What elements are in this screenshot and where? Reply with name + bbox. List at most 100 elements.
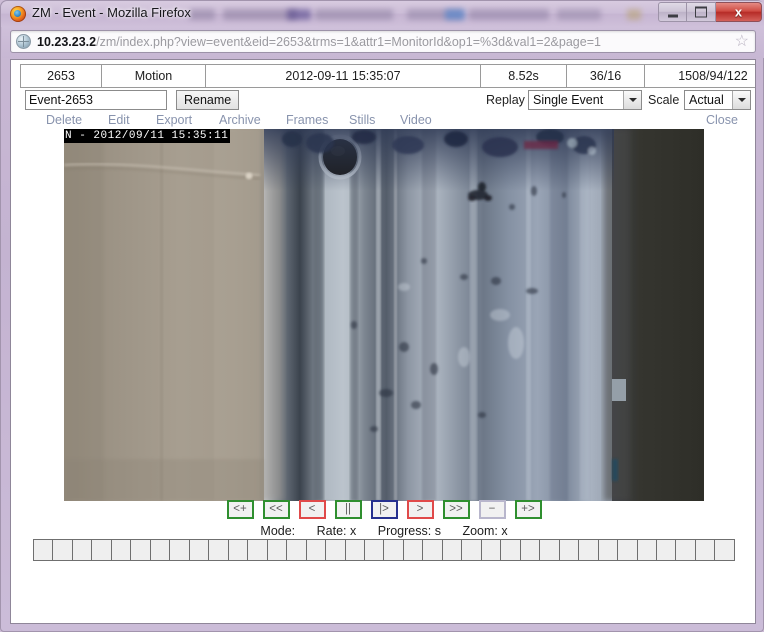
- event-controls-row: Rename Replay Single Event Scale Actual: [20, 90, 751, 112]
- timeline-segment[interactable]: [521, 540, 541, 560]
- url-bar[interactable]: 10.23.23.2/zm/index.php?view=event&eid=2…: [10, 30, 756, 53]
- timeline-segment[interactable]: [560, 540, 580, 560]
- globe-icon: [16, 34, 31, 49]
- event-stats-cell: 1508/94/122: [644, 64, 755, 88]
- timeline-segment[interactable]: [53, 540, 73, 560]
- menu-link-frames[interactable]: Frames: [286, 113, 328, 127]
- frame-timeline[interactable]: [33, 539, 735, 561]
- timeline-segment[interactable]: [326, 540, 346, 560]
- playback-button-rewind[interactable]: <<: [262, 500, 290, 519]
- timeline-segment[interactable]: [501, 540, 521, 560]
- event-video-frame[interactable]: N - 2012/09/11 15:35:11: [64, 129, 704, 501]
- timeline-segment[interactable]: [190, 540, 210, 560]
- playback-button-fast-rewind-step[interactable]: <+: [226, 500, 254, 519]
- timeline-segment[interactable]: [287, 540, 307, 560]
- timeline-segment[interactable]: [209, 540, 229, 560]
- browser-window: ZM - Event - Mozilla Firefox x 10.23.23.…: [0, 0, 764, 632]
- scale-select-value: Actual: [689, 93, 724, 107]
- timeline-segment[interactable]: [540, 540, 560, 560]
- chevron-down-icon: [623, 91, 641, 109]
- playback-controls: <+ << < || |> > >> − +>: [11, 500, 755, 519]
- timeline-segment[interactable]: [579, 540, 599, 560]
- close-icon: x: [734, 4, 743, 20]
- maximize-icon: [695, 6, 707, 18]
- timeline-segment[interactable]: [365, 540, 385, 560]
- playback-button-prev-frame[interactable]: <: [298, 500, 326, 519]
- timeline-segment[interactable]: [131, 540, 151, 560]
- timeline-segment[interactable]: [307, 540, 327, 560]
- replay-label: Replay: [486, 93, 525, 107]
- playback-button-fast-forward[interactable]: >>: [442, 500, 470, 519]
- timeline-segment[interactable]: [696, 540, 716, 560]
- desktop-ghost: [287, 9, 311, 20]
- timeline-segment[interactable]: [423, 540, 443, 560]
- desktop-ghost: [557, 9, 601, 20]
- timeline-segment[interactable]: [599, 540, 619, 560]
- desktop-ghost: [445, 9, 465, 20]
- playback-status-row: Mode: Rate: x Progress: s Zoom: x: [11, 524, 755, 538]
- desktop-ghost: [189, 9, 215, 20]
- menu-link-archive[interactable]: Archive: [219, 113, 261, 127]
- status-zoom: Zoom: x: [462, 524, 508, 538]
- scale-select[interactable]: Actual: [684, 90, 751, 110]
- timeline-segment[interactable]: [715, 540, 733, 560]
- event-frames-cell: 36/16: [566, 64, 645, 88]
- surveillance-image: [64, 129, 704, 501]
- event-name-input[interactable]: [25, 90, 167, 110]
- menu-link-video[interactable]: Video: [400, 113, 432, 127]
- url-host: 10.23.23.2: [37, 34, 97, 49]
- firefox-icon: [10, 6, 26, 22]
- timeline-segment[interactable]: [404, 540, 424, 560]
- timeline-segment[interactable]: [443, 540, 463, 560]
- replay-select[interactable]: Single Event: [528, 90, 642, 110]
- menu-link-stills[interactable]: Stills: [349, 113, 375, 127]
- replay-select-value: Single Event: [533, 93, 604, 107]
- url-path: /zm/index.php?view=event&eid=2653&trms=1…: [96, 34, 601, 49]
- menu-link-delete[interactable]: Delete: [46, 113, 82, 127]
- bookmark-star-icon[interactable]: ☆: [735, 33, 749, 50]
- page-content: 2653 Motion 2012-09-11 15:35:07 8.52s 36…: [10, 59, 756, 624]
- timeline-segment[interactable]: [229, 540, 249, 560]
- playback-button-pause[interactable]: ||: [334, 500, 362, 519]
- desktop-ghost: [627, 9, 641, 20]
- playback-button-next-frame[interactable]: >: [406, 500, 434, 519]
- minimize-button[interactable]: [658, 2, 687, 22]
- timeline-segment[interactable]: [112, 540, 132, 560]
- maximize-button[interactable]: [687, 2, 716, 22]
- event-time-cell: 2012-09-11 15:35:07: [205, 64, 481, 88]
- minimize-icon: [667, 14, 678, 18]
- timeline-segment[interactable]: [462, 540, 482, 560]
- timeline-segment[interactable]: [638, 540, 657, 560]
- timeline-segment[interactable]: [268, 540, 288, 560]
- timeline-segment[interactable]: [346, 540, 365, 560]
- timeline-segment[interactable]: [34, 540, 54, 560]
- status-rate: Rate: x: [316, 524, 357, 538]
- timeline-segment[interactable]: [618, 540, 638, 560]
- desktop-ghost: [223, 9, 297, 20]
- timeline-segment[interactable]: [151, 540, 171, 560]
- event-cause-cell: Motion: [101, 64, 206, 88]
- timeline-segment[interactable]: [482, 540, 502, 560]
- timeline-segment[interactable]: [248, 540, 268, 560]
- window-title: ZM - Event - Mozilla Firefox: [32, 5, 191, 20]
- status-progress: Progress: s: [377, 524, 441, 538]
- caption-buttons: x: [658, 2, 762, 22]
- playback-button-zoom-in[interactable]: +>: [514, 500, 542, 519]
- timeline-segment[interactable]: [676, 540, 696, 560]
- rename-button[interactable]: Rename: [176, 90, 240, 110]
- timeline-segment[interactable]: [73, 540, 93, 560]
- playback-button-play[interactable]: |>: [370, 500, 398, 519]
- event-duration-cell: 8.52s: [480, 64, 567, 88]
- timeline-segment[interactable]: [384, 540, 404, 560]
- chevron-down-icon: [732, 91, 750, 109]
- playback-button-zoom-out[interactable]: −: [478, 500, 506, 519]
- window-titlebar[interactable]: ZM - Event - Mozilla Firefox x: [1, 1, 764, 27]
- timeline-segment[interactable]: [92, 540, 112, 560]
- timeline-segment[interactable]: [657, 540, 677, 560]
- menu-link-edit[interactable]: Edit: [108, 113, 130, 127]
- timeline-segment[interactable]: [170, 540, 190, 560]
- menu-link-close[interactable]: Close: [706, 113, 738, 127]
- table-row: 2653 Motion 2012-09-11 15:35:07 8.52s 36…: [20, 64, 755, 88]
- menu-link-export[interactable]: Export: [156, 113, 192, 127]
- close-window-button[interactable]: x: [716, 2, 762, 22]
